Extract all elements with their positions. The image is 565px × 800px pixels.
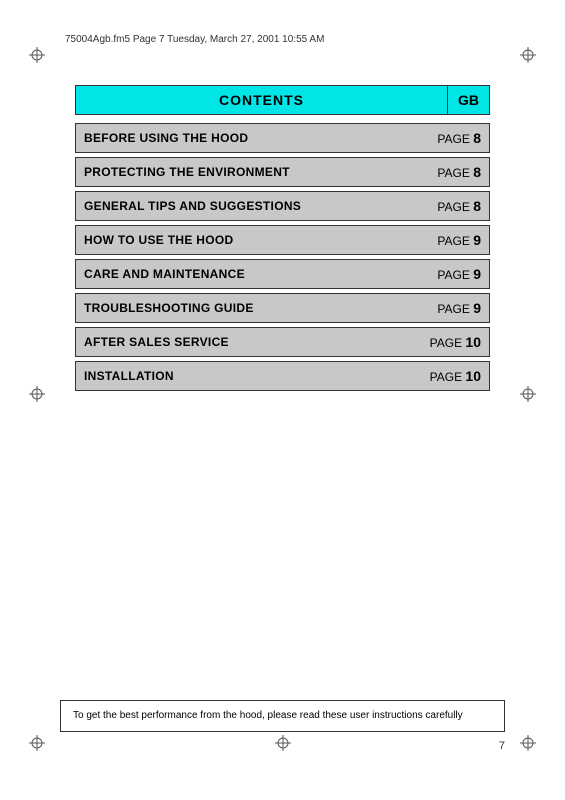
reg-mark-top-right bbox=[519, 46, 537, 64]
toc-row: CARE AND MAINTENANCEPAGE 9 bbox=[75, 259, 490, 289]
toc-item-page: PAGE 10 bbox=[422, 329, 489, 355]
reg-mark-bottom-right bbox=[519, 734, 537, 752]
page-number: 7 bbox=[499, 740, 505, 752]
toc-row: GENERAL TIPS AND SUGGESTIONSPAGE 8 bbox=[75, 191, 490, 221]
toc-row: TROUBLESHOOTING GUIDEPAGE 9 bbox=[75, 293, 490, 323]
contents-header: CONTENTS GB bbox=[75, 85, 490, 115]
toc-item-label: INSTALLATION bbox=[76, 364, 422, 388]
toc-item-label: AFTER SALES SERVICE bbox=[76, 330, 422, 354]
contents-gb: GB bbox=[447, 86, 489, 114]
toc-item-label: GENERAL TIPS AND SUGGESTIONS bbox=[76, 194, 429, 218]
toc-item-page: PAGE 8 bbox=[429, 193, 489, 219]
toc-item-label: HOW TO USE THE HOOD bbox=[76, 228, 429, 252]
toc-row: BEFORE USING THE HOODPAGE 8 bbox=[75, 123, 490, 153]
contents-title: CONTENTS bbox=[76, 86, 447, 114]
toc-row: HOW TO USE THE HOODPAGE 9 bbox=[75, 225, 490, 255]
toc-item-page: PAGE 8 bbox=[429, 125, 489, 151]
reg-mark-bottom-mid bbox=[274, 734, 292, 752]
toc-item-page: PAGE 9 bbox=[429, 261, 489, 287]
reg-mark-mid-right bbox=[519, 385, 537, 403]
reg-mark-mid-left bbox=[28, 385, 46, 403]
toc-row: INSTALLATIONPAGE 10 bbox=[75, 361, 490, 391]
toc-item-label: BEFORE USING THE HOOD bbox=[76, 126, 429, 150]
toc-item-page: PAGE 9 bbox=[429, 227, 489, 253]
reg-mark-top-left bbox=[28, 46, 46, 64]
toc-item-label: TROUBLESHOOTING GUIDE bbox=[76, 296, 429, 320]
toc-item-label: PROTECTING THE ENVIRONMENT bbox=[76, 160, 429, 184]
toc-list: BEFORE USING THE HOODPAGE 8PROTECTING TH… bbox=[75, 123, 490, 391]
toc-item-page: PAGE 9 bbox=[429, 295, 489, 321]
reg-mark-bottom-left bbox=[28, 734, 46, 752]
file-info: 75004Agb.fm5 Page 7 Tuesday, March 27, 2… bbox=[65, 34, 324, 45]
page-container: 75004Agb.fm5 Page 7 Tuesday, March 27, 2… bbox=[0, 0, 565, 800]
toc-item-label: CARE AND MAINTENANCE bbox=[76, 262, 429, 286]
bottom-note: To get the best performance from the hoo… bbox=[60, 700, 505, 732]
toc-row: PROTECTING THE ENVIRONMENTPAGE 8 bbox=[75, 157, 490, 187]
toc-row: AFTER SALES SERVICEPAGE 10 bbox=[75, 327, 490, 357]
main-content: CONTENTS GB BEFORE USING THE HOODPAGE 8P… bbox=[75, 85, 490, 395]
toc-item-page: PAGE 8 bbox=[429, 159, 489, 185]
toc-item-page: PAGE 10 bbox=[422, 363, 489, 389]
